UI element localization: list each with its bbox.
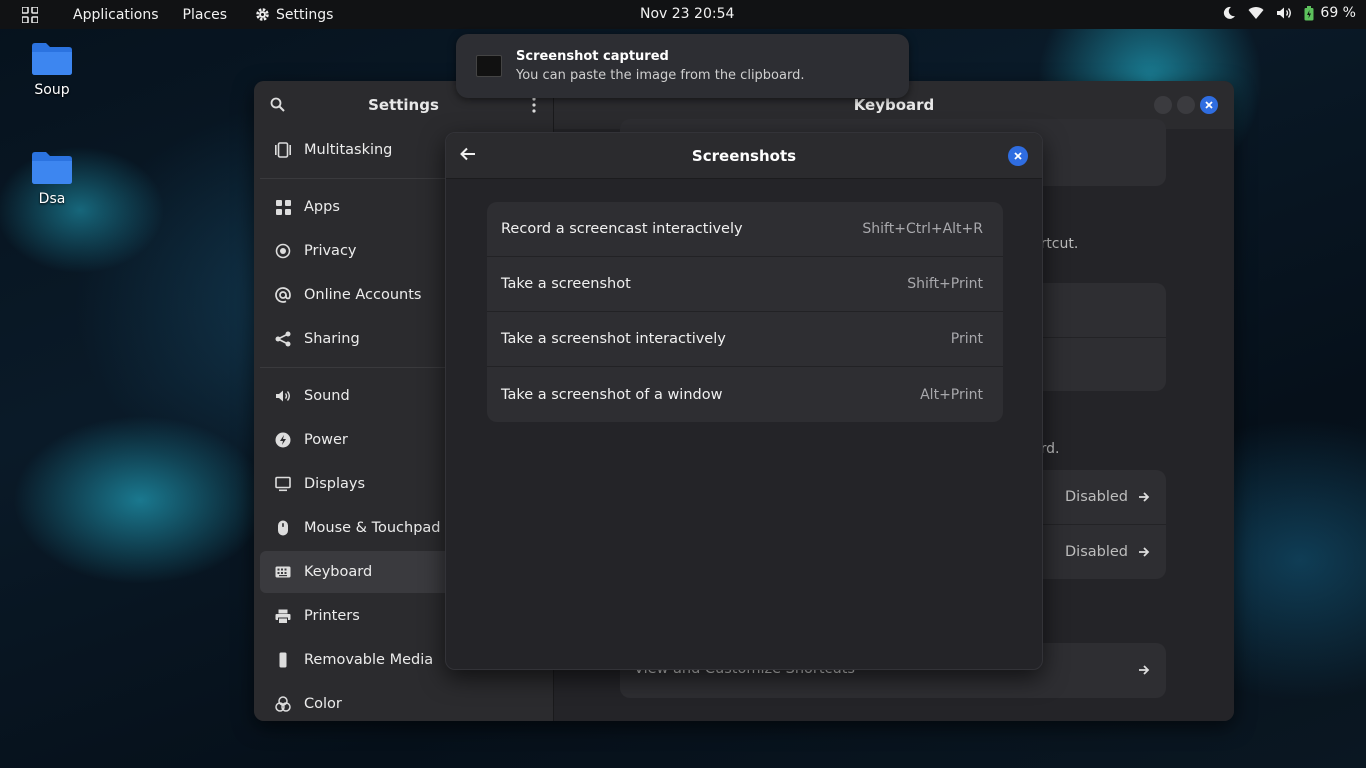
sidebar-item-label: Power [304,432,348,448]
notification-body: You can paste the image from the clipboa… [516,68,805,83]
volume-icon [1277,7,1292,19]
battery-icon [1304,5,1314,20]
app-grid-icon[interactable] [22,6,55,23]
disabled-row[interactable]: Disabled [1065,544,1150,560]
shortcut-keys: Print [950,331,983,347]
folder-icon [32,152,72,184]
desktop-folder-soup[interactable]: Soup [12,42,92,98]
sidebar-item-label: Sound [304,388,350,404]
window-close-button[interactable] [1200,96,1218,114]
shortcut-list: Record a screencast interactively Shift+… [487,202,1003,422]
privacy-icon [274,242,292,260]
power-icon [274,431,292,449]
wifi-icon [1248,7,1264,20]
shortcut-row-screenshot-interactive[interactable]: Take a screenshot interactively Print [487,312,1003,367]
multitasking-icon [274,141,292,159]
arrow-right-icon [1139,665,1150,675]
places-menu[interactable]: Places [183,7,228,23]
dialog-close-button[interactable] [1008,146,1028,166]
mouse-icon [274,519,292,537]
sidebar-title: Settings [368,96,439,114]
apps-icon [274,198,292,216]
content-title: Keyboard [853,96,935,114]
sidebar-item-label: Printers [304,608,360,624]
notification-title: Screenshot captured [516,49,669,64]
screenshot-thumbnail [476,55,502,77]
screenshot-notification[interactable]: Screenshot captured You can paste the im… [456,34,909,98]
sidebar-item-color[interactable]: Color [260,683,550,721]
system-tray[interactable]: 69 % [1222,5,1356,21]
display-icon [274,475,292,493]
screenshots-dialog: Screenshots Record a screencast interact… [445,132,1043,670]
shortcut-keys: Shift+Ctrl+Alt+R [862,221,983,237]
settings-app-menu[interactable]: Settings [255,7,333,23]
sidebar-item-label: Apps [304,199,340,215]
arrow-right-icon [1139,492,1150,502]
shortcut-name: Take a screenshot of a window [501,386,723,403]
sidebar-item-label: Removable Media [304,652,434,668]
disabled-value: Disabled [1065,489,1128,505]
minimize-button[interactable] [1154,96,1172,114]
share-icon [274,330,292,348]
disabled-value: Disabled [1065,544,1128,560]
folder-icon [32,43,72,75]
sound-icon [274,387,292,405]
dialog-title: Screenshots [691,147,797,165]
settings-app-label: Settings [276,6,334,23]
desktop-folder-dsa[interactable]: Dsa [12,151,92,207]
color-icon [274,695,292,713]
maximize-button[interactable] [1177,96,1195,114]
usb-icon [274,651,292,669]
kebab-menu-icon[interactable] [531,97,537,113]
shortcut-row-screenshot-window[interactable]: Take a screenshot of a window Alt+Print [487,367,1003,422]
sidebar-item-label: Multitasking [304,142,393,158]
close-icon [1205,101,1213,109]
night-light-icon [1224,6,1236,19]
battery-percentage: 69 % [1320,5,1356,21]
shortcut-name: Take a screenshot [501,276,631,292]
printer-icon [274,607,292,625]
sidebar-item-label: Privacy [304,243,357,259]
applications-menu[interactable]: Applications [73,7,159,23]
shortcut-row-take-screenshot[interactable]: Take a screenshot Shift+Print [487,257,1003,312]
keyboard-icon [274,563,292,581]
shortcut-keys: Alt+Print [920,386,983,403]
gear-icon [256,8,269,21]
shortcut-name: Record a screencast interactively [501,221,743,237]
shortcut-name: Take a screenshot interactively [501,331,726,347]
sidebar-item-label: Sharing [304,331,360,347]
sidebar-item-label: Displays [304,476,366,492]
desktop-icon-label: Soup [34,82,70,98]
sidebar-item-label: Mouse & Touchpad [304,520,441,536]
top-bar: Applications Places Settings Nov 23 20:5… [0,0,1366,29]
dialog-header: Screenshots [446,133,1042,179]
sidebar-item-label: Keyboard [304,564,373,580]
shortcut-row-record-screencast[interactable]: Record a screencast interactively Shift+… [487,202,1003,257]
clock[interactable]: Nov 23 20:54 [640,6,734,22]
at-icon [274,286,292,304]
sidebar-item-label: Online Accounts [304,287,422,303]
desktop-icon-label: Dsa [38,191,66,207]
disabled-row[interactable]: Disabled [1065,489,1150,505]
sidebar-item-label: Color [304,696,342,712]
close-icon [1014,152,1022,160]
arrow-right-icon [1139,547,1150,557]
shortcut-keys: Shift+Print [907,276,983,292]
